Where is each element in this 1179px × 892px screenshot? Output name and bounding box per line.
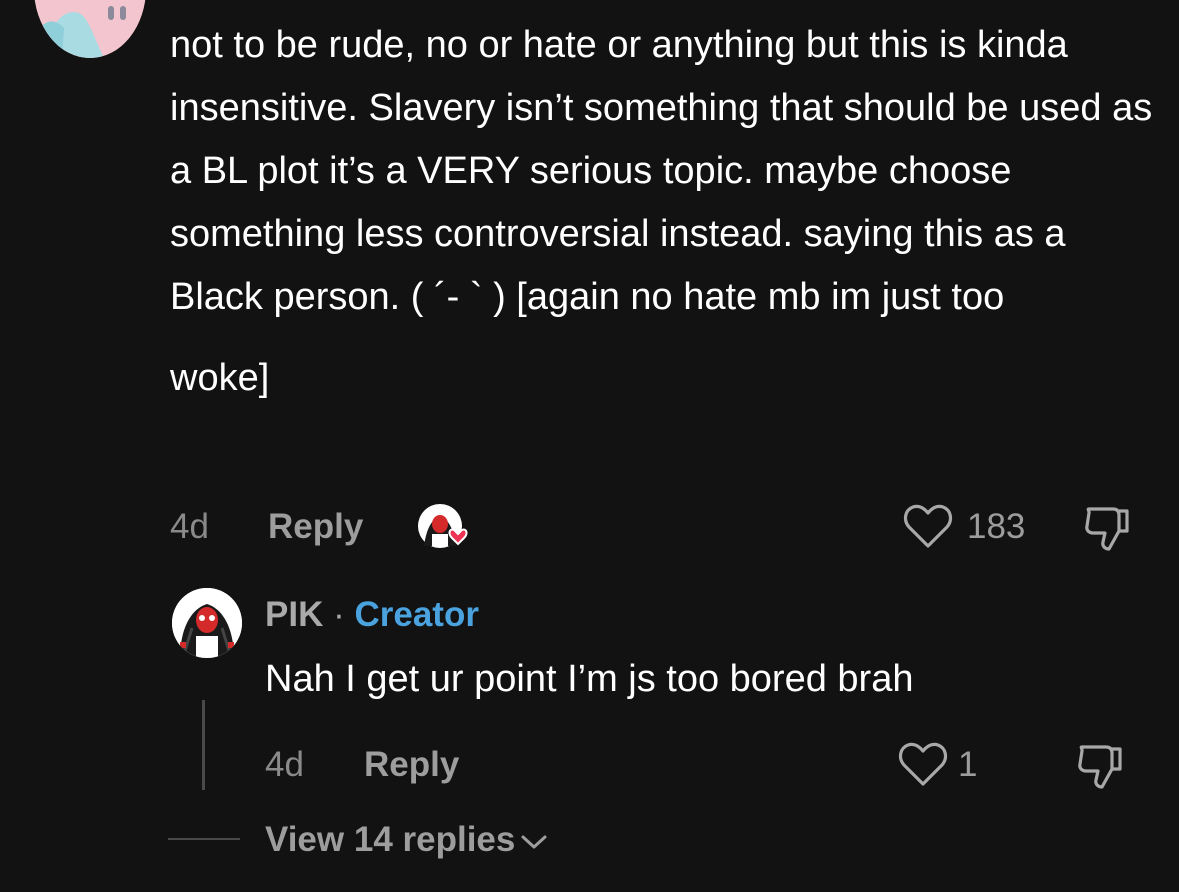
thread-line bbox=[202, 700, 205, 790]
comment-dislike-icon[interactable] bbox=[1083, 503, 1133, 558]
creator-badge: Creator bbox=[354, 595, 479, 634]
creator-liked-badge bbox=[416, 502, 474, 552]
commenter-avatar[interactable] bbox=[34, 0, 146, 58]
reply-author-line: PIK · Creator bbox=[265, 595, 479, 635]
comment-body-tail: woke] bbox=[170, 357, 270, 399]
reply-like-count: 1 bbox=[958, 745, 978, 784]
reply-author-name[interactable]: PIK bbox=[265, 595, 323, 634]
reply-age: 4d bbox=[265, 745, 304, 784]
comment-like-heart-icon[interactable] bbox=[903, 504, 953, 555]
author-separator: · bbox=[333, 595, 345, 634]
view-replies-button[interactable]: View 14 replies bbox=[265, 818, 549, 862]
reply-like-heart-icon[interactable] bbox=[898, 742, 948, 793]
replies-divider bbox=[168, 838, 240, 840]
reply-reply-button[interactable]: Reply bbox=[364, 745, 459, 785]
comment-text: not to be rude, no or hate or anything b… bbox=[170, 14, 1160, 410]
reply-dislike-icon[interactable] bbox=[1076, 741, 1126, 796]
comment-body: not to be rude, no or hate or anything b… bbox=[170, 24, 1153, 318]
comment-age: 4d bbox=[170, 507, 209, 546]
view-replies-label: View 14 replies bbox=[265, 820, 516, 859]
reply-text: Nah I get ur point I’m js too bored brah bbox=[265, 658, 914, 700]
comment-like-count: 183 bbox=[967, 507, 1026, 546]
chevron-down-icon bbox=[521, 835, 547, 849]
creator-avatar[interactable] bbox=[172, 588, 242, 658]
comment-reply-button[interactable]: Reply bbox=[268, 507, 363, 547]
